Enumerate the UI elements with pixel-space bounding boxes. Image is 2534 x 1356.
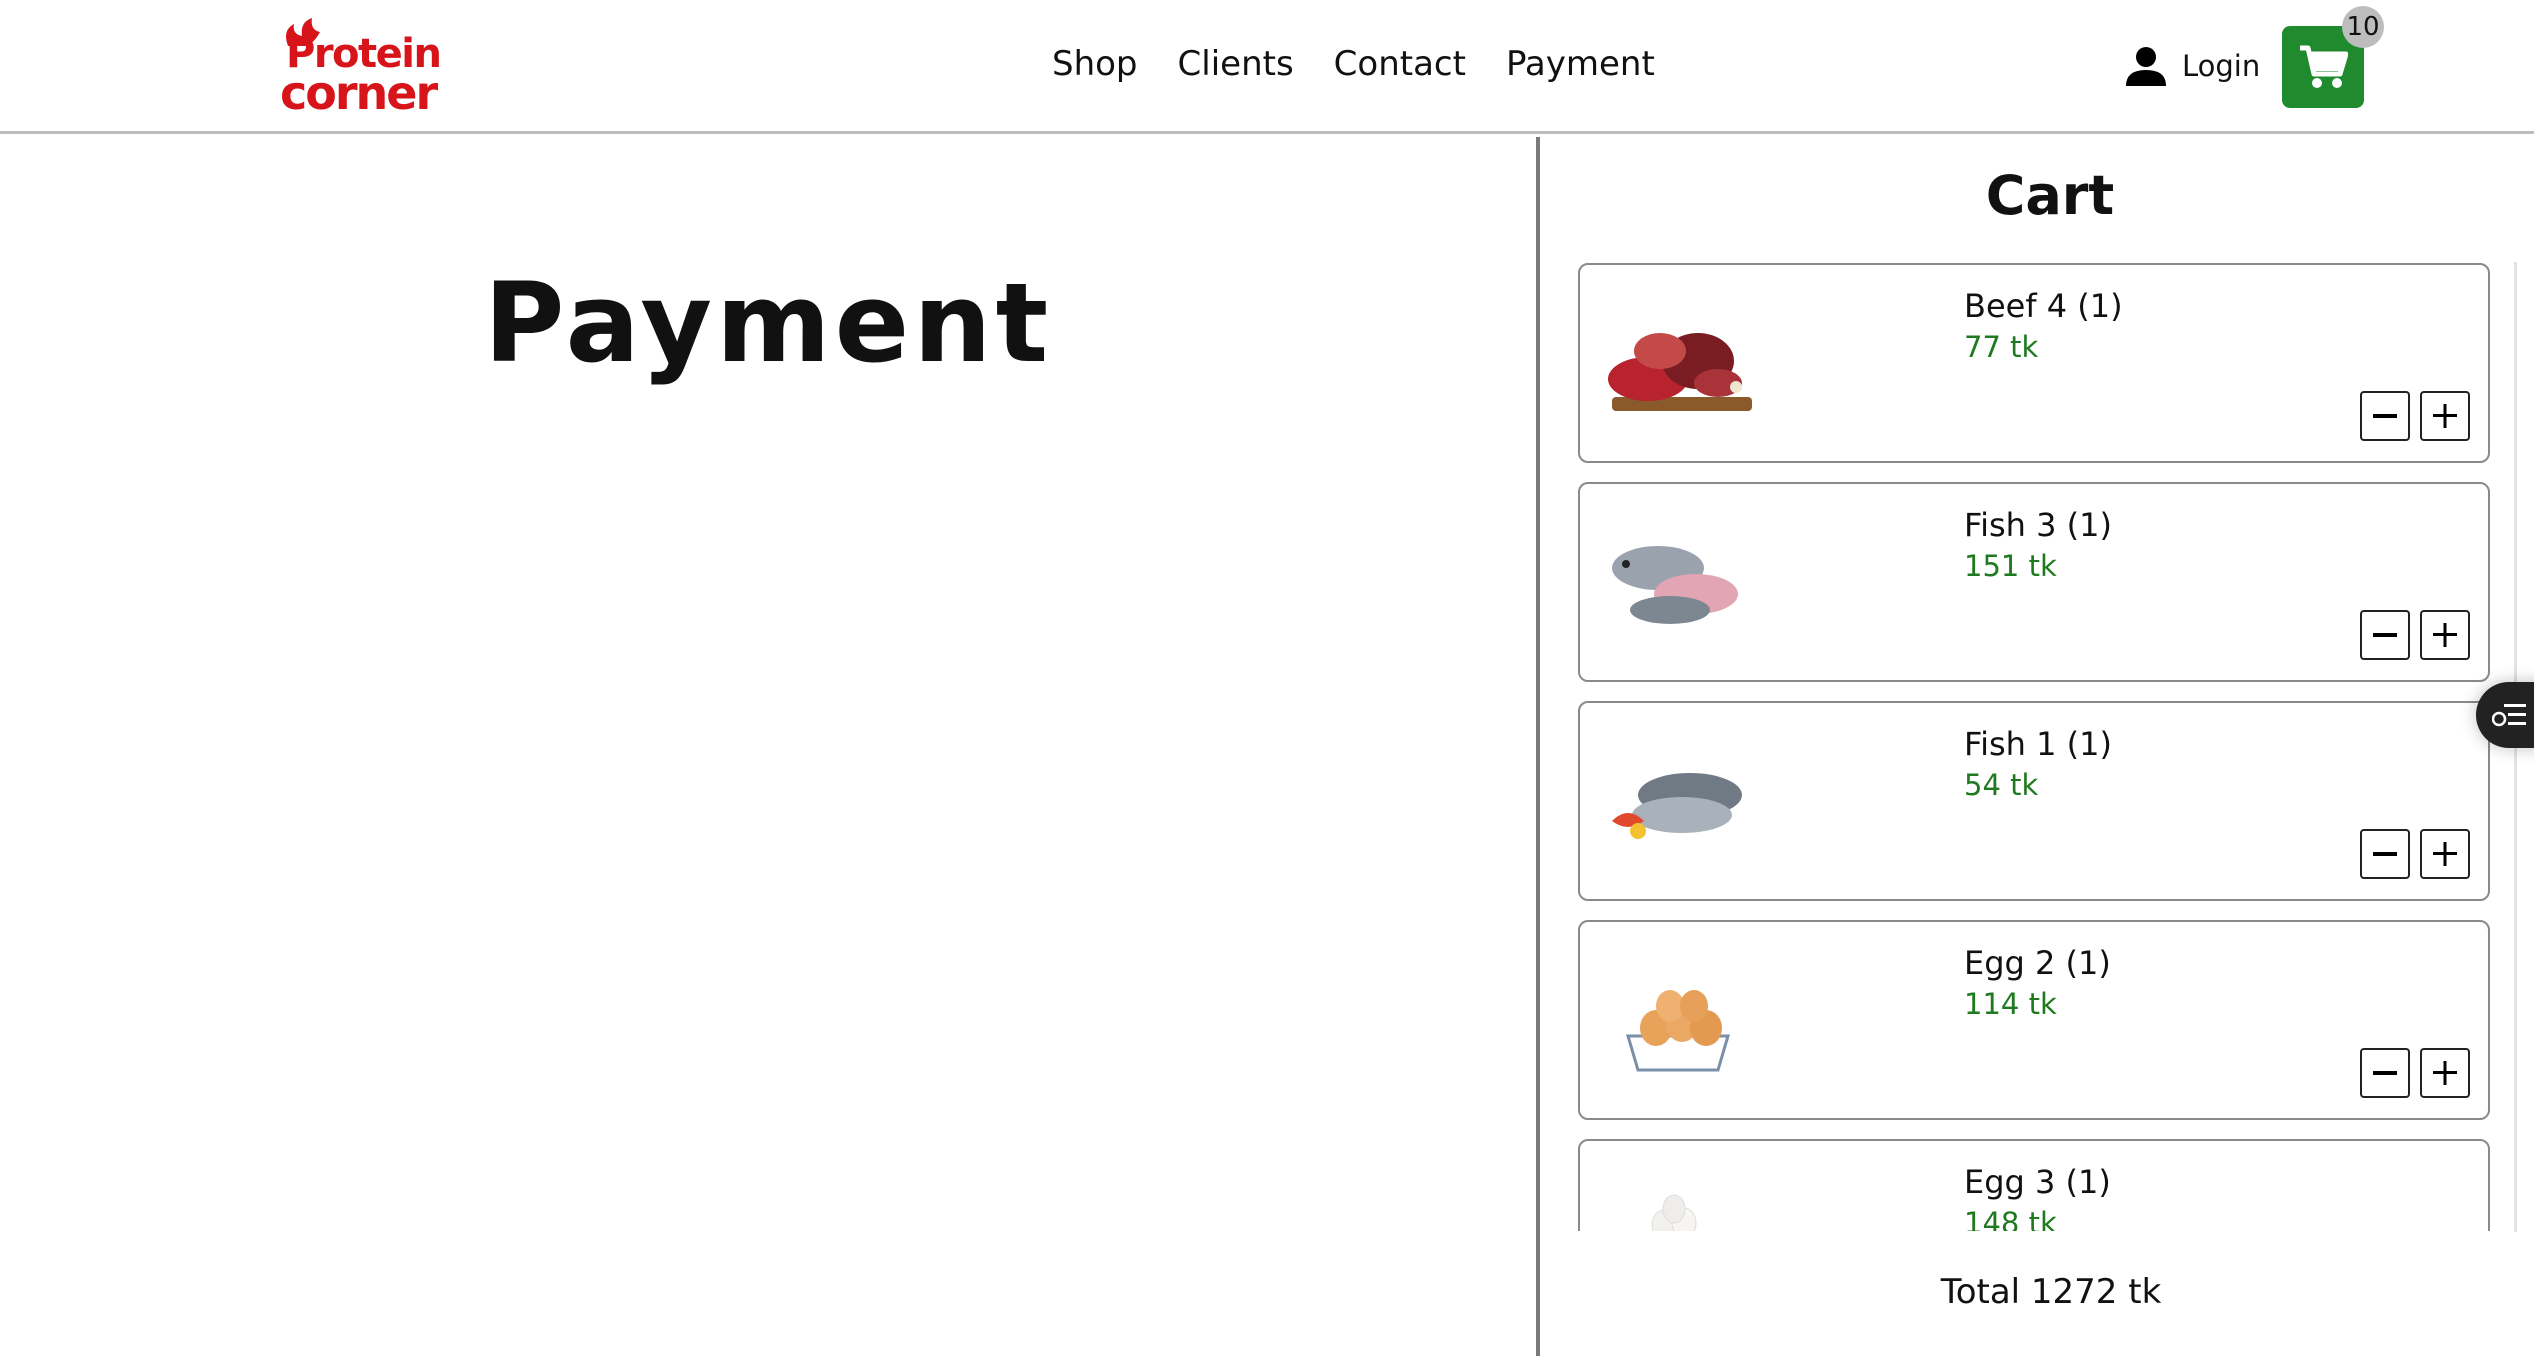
item-price: 77 tk — [1964, 330, 2039, 364]
item-price: 54 tk — [1964, 768, 2039, 802]
page-title: Payment — [483, 259, 1053, 387]
login-label: Login — [2182, 49, 2261, 83]
item-name: Egg 2 (1) — [1964, 944, 2111, 982]
site-header: Protein corner Shop Clients Contact Paym… — [0, 0, 2534, 134]
item-name: Fish 1 (1) — [1964, 725, 2112, 763]
cart-item-list: Beef 4 (1) 77 tk Fish 3 (1) 151 tk Fish … — [1578, 263, 2534, 1231]
increase-quantity-button[interactable] — [2420, 829, 2470, 879]
beef-image — [1608, 333, 1752, 411]
minus-icon — [2373, 414, 2397, 418]
plus-icon — [2433, 623, 2457, 647]
nav-clients[interactable]: Clients — [1178, 44, 1294, 84]
eggs-basket-image — [1625, 990, 1731, 1072]
item-price: 114 tk — [1964, 987, 2057, 1021]
fish-image — [1612, 546, 1738, 624]
item-name: Fish 3 (1) — [1964, 506, 2112, 544]
cart-item: Fish 1 (1) 54 tk — [1578, 701, 2490, 901]
item-name: Egg 3 (1) — [1964, 1163, 2111, 1201]
floating-menu-button[interactable] — [2476, 682, 2534, 748]
cart-item: Egg 2 (1) 114 tk — [1578, 920, 2490, 1120]
login-link[interactable]: Login — [2124, 44, 2260, 88]
cart-total: Total 1272 tk — [1940, 1272, 2162, 1312]
increase-quantity-button[interactable] — [2420, 610, 2470, 660]
item-price: 151 tk — [1964, 549, 2057, 583]
plus-icon — [2433, 842, 2457, 866]
cart-panel: Cart Beef 4 (1) 77 tk Fish 3 (1) 151 tk … — [1540, 137, 2534, 1356]
item-name: Beef 4 (1) — [1964, 287, 2123, 325]
user-icon — [2126, 47, 2166, 86]
increase-quantity-button[interactable] — [2420, 1048, 2470, 1098]
decrease-quantity-button[interactable] — [2360, 1048, 2410, 1098]
increase-quantity-button[interactable] — [2420, 391, 2470, 441]
fish-image — [1612, 773, 1742, 839]
payment-section: Payment — [0, 137, 1536, 1356]
decrease-quantity-button[interactable] — [2360, 829, 2410, 879]
cart-item: Beef 4 (1) 77 tk — [1578, 263, 2490, 463]
list-filter-icon — [2492, 704, 2526, 727]
main-nav: Shop Clients Contact Payment — [1052, 44, 1655, 84]
minus-icon — [2373, 633, 2397, 637]
cart-icon — [2300, 45, 2348, 88]
eggs-image — [1651, 1194, 1697, 1231]
cart-title: Cart — [1985, 164, 2115, 227]
minus-icon — [2373, 1071, 2397, 1075]
nav-contact[interactable]: Contact — [1334, 44, 1466, 84]
item-price: 148 tk — [1964, 1206, 2057, 1231]
decrease-quantity-button[interactable] — [2360, 391, 2410, 441]
nav-payment[interactable]: Payment — [1506, 44, 1655, 84]
cart-item: Fish 3 (1) 151 tk — [1578, 482, 2490, 682]
minus-icon — [2373, 852, 2397, 856]
cart-count-badge: 10 — [2342, 6, 2384, 48]
protein-corner-logo[interactable]: Protein corner — [276, 16, 452, 118]
nav-shop[interactable]: Shop — [1052, 44, 1138, 84]
decrease-quantity-button[interactable] — [2360, 610, 2410, 660]
plus-icon — [2433, 1061, 2457, 1085]
plus-icon — [2433, 404, 2457, 428]
logo-text-corner: corner — [280, 66, 438, 120]
cart-item: Egg 3 (1) 148 tk — [1578, 1139, 2490, 1231]
